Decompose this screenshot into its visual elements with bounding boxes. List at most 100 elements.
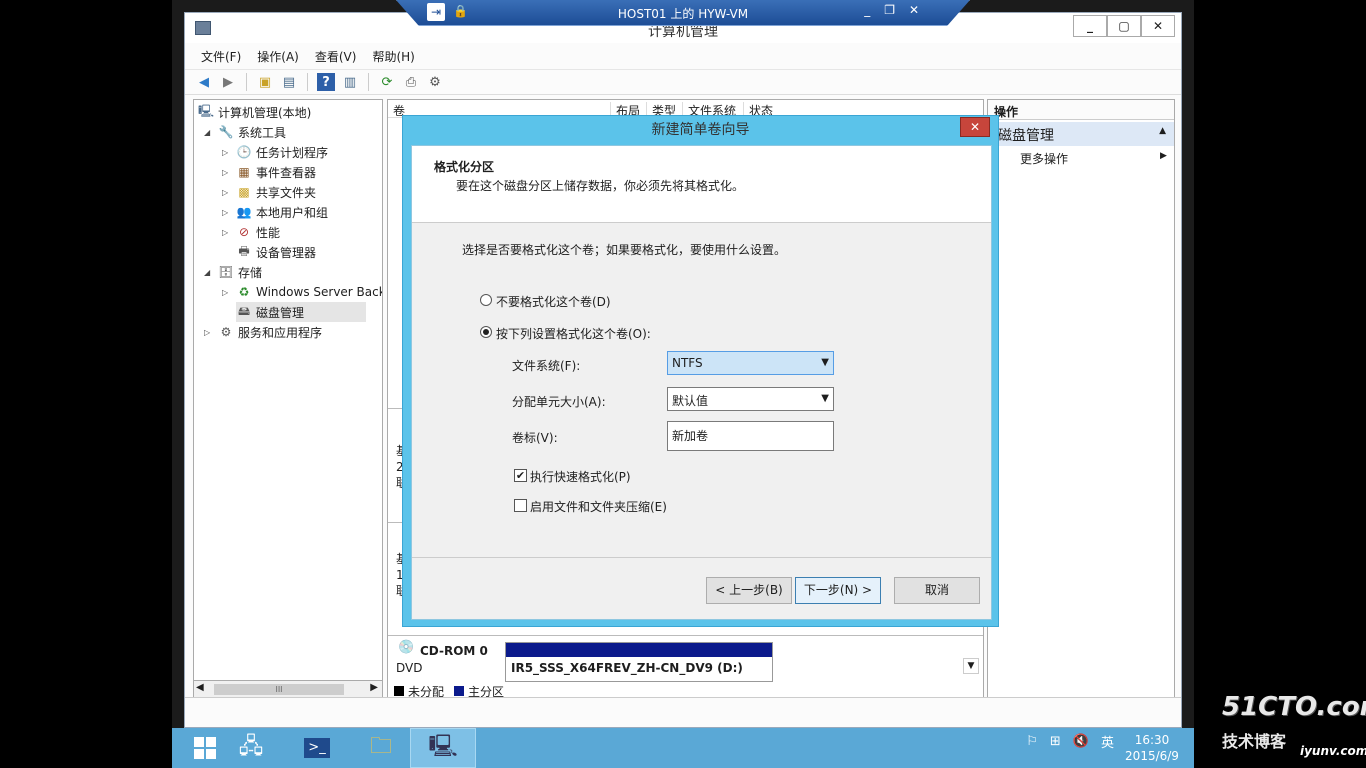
server-manager-button[interactable]: 🖧: [218, 728, 284, 768]
ime-indicator[interactable]: 英: [1101, 732, 1114, 751]
tree-item-device-manager[interactable]: 🖶 设备管理器: [236, 242, 316, 262]
dialog-close-button[interactable]: ✕: [960, 117, 990, 137]
allocation-unit-select[interactable]: 默认值 ▼: [667, 387, 834, 411]
expand-arrow-icon[interactable]: ▷: [222, 208, 232, 217]
scroll-right-icon[interactable]: ▶: [370, 682, 378, 693]
menu-action[interactable]: 操作(A): [257, 48, 299, 65]
volume-muted-icon[interactable]: 🔇: [1073, 734, 1089, 749]
tree-item-performance[interactable]: ▷ ⊘ 性能: [222, 222, 280, 242]
actions-section[interactable]: 磁盘管理 ▲: [988, 122, 1174, 146]
minimize-button[interactable]: _: [1073, 15, 1107, 37]
dialog-separator: [412, 557, 991, 558]
folder-icon: 🗀: [369, 734, 392, 759]
storage-icon: 🗄: [218, 265, 234, 279]
scroll-thumb[interactable]: III: [214, 684, 344, 695]
radio-format[interactable]: [480, 326, 492, 338]
computer-management-taskbar-button[interactable]: 🖳: [410, 728, 476, 768]
scroll-down-icon[interactable]: ▼: [963, 658, 979, 674]
tree-item-disk-management[interactable]: 🖴 磁盘管理: [236, 302, 366, 322]
tree-item-windows-server-backup[interactable]: ▷ ♻ Windows Server Back: [222, 282, 383, 302]
tree-item-event-viewer[interactable]: ▷ ▦ 事件查看器: [222, 162, 316, 182]
help-icon[interactable]: ?: [317, 73, 335, 91]
expand-arrow-icon[interactable]: ▷: [222, 188, 232, 197]
taskbar: 🖧 >_ 🗀 🖳 ⚐ ⊞ 🔇 英 16:30 2015/6/9: [172, 728, 1194, 768]
system-tray: ⚐ ⊞ 🔇 英: [1026, 732, 1114, 751]
watermark-line1: 51CTO.com: [1222, 692, 1366, 722]
scroll-left-icon[interactable]: ◀: [196, 682, 204, 693]
tree-root-label: 计算机管理(本地): [218, 105, 312, 120]
expand-arrow-icon[interactable]: ▷: [204, 328, 214, 337]
actions-header: 操作: [988, 100, 1174, 120]
tree-item-task-scheduler[interactable]: ▷ 🕒 任务计划程序: [222, 142, 328, 162]
properties-icon[interactable]: ▥: [341, 73, 359, 91]
expand-arrow-icon[interactable]: ▷: [222, 228, 232, 237]
cdrom-row[interactable]: 💿 CD-ROM 0 DVD IR5_SSS_X64FREV_ZH-CN_DV9…: [388, 635, 983, 682]
flag-icon[interactable]: ⚐: [1026, 734, 1038, 749]
clock-icon: 🕒: [236, 145, 252, 159]
cancel-button[interactable]: 取消: [894, 577, 980, 604]
export-icon[interactable]: ⎙: [402, 73, 420, 91]
menu-help[interactable]: 帮助(H): [372, 48, 414, 65]
tree-root[interactable]: 🖳 计算机管理(本地): [198, 102, 311, 122]
tree-label: Windows Server Back: [256, 285, 383, 299]
forward-icon[interactable]: ▶: [219, 73, 237, 91]
menu-bar: 文件(F) 操作(A) 查看(V) 帮助(H): [185, 45, 1181, 67]
radio-no-format[interactable]: [480, 294, 492, 306]
volume-label-label: 卷标(V):: [512, 431, 558, 445]
clock-time: 16:30: [1134, 733, 1170, 747]
watermark: 51CTO.com 技术博客 iyunv.com: [1220, 690, 1366, 768]
tree-label: 共享文件夹: [256, 185, 317, 200]
next-button[interactable]: 下一步(N) >: [795, 577, 881, 604]
cdrom-partition[interactable]: IR5_SSS_X64FREV_ZH-CN_DV9 (D:): [505, 642, 773, 682]
menu-view[interactable]: 查看(V): [315, 48, 357, 65]
powershell-button[interactable]: >_: [284, 728, 350, 768]
tree-label: 设备管理器: [256, 245, 317, 260]
cdrom-volume-label: IR5_SSS_X64FREV_ZH-CN_DV9 (D:): [511, 661, 743, 675]
up-folder-icon[interactable]: ▣: [256, 73, 274, 91]
close-button[interactable]: ✕: [1141, 15, 1175, 37]
more-actions[interactable]: 更多操作: [1020, 150, 1068, 167]
tree-item-system-tools[interactable]: ◢ 🔧 系统工具: [204, 122, 286, 142]
chevron-down-icon: ▼: [821, 393, 829, 404]
back-button[interactable]: < 上一步(B): [706, 577, 792, 604]
collapse-up-icon[interactable]: ▲: [1159, 126, 1166, 136]
tree-horizontal-scrollbar[interactable]: ◀ III ▶: [193, 680, 383, 698]
tree-label: 任务计划程序: [256, 145, 329, 160]
rdp-connection-bar: ⇥ 🔒 HOST01 上的 HYW-VM _❐✕: [396, 0, 970, 26]
cdrom-name: CD-ROM 0: [420, 644, 488, 658]
clock[interactable]: 16:30 2015/6/9: [1122, 732, 1182, 764]
file-explorer-button[interactable]: 🗀: [348, 728, 414, 768]
refresh-icon[interactable]: ⟳: [378, 73, 396, 91]
tree-label: 服务和应用程序: [238, 325, 323, 340]
remote-desktop: 计算机管理 _ ▢ ✕ 文件(F) 操作(A) 查看(V) 帮助(H) ◀ ▶ …: [172, 0, 1194, 768]
collapse-arrow-icon[interactable]: ◢: [204, 128, 214, 137]
rdp-window-controls[interactable]: _❐✕: [864, 3, 933, 17]
maximize-button[interactable]: ▢: [1107, 15, 1141, 37]
settings-icon[interactable]: ⚙: [426, 73, 444, 91]
compression-label[interactable]: 启用文件和文件夹压缩(E): [530, 498, 667, 515]
tree-item-services-apps[interactable]: ▷ ⚙ 服务和应用程序: [204, 322, 322, 342]
network-icon[interactable]: ⊞: [1050, 734, 1061, 749]
filesystem-select[interactable]: NTFS ▼: [667, 351, 834, 375]
computer-management-icon: 🖳: [428, 734, 458, 759]
tree-item-storage[interactable]: ◢ 🗄 存储: [204, 262, 262, 282]
expand-arrow-icon[interactable]: ▷: [222, 288, 232, 297]
expand-arrow-icon[interactable]: ▷: [222, 168, 232, 177]
tree-label: 系统工具: [238, 125, 287, 140]
actions-pane: 操作 磁盘管理 ▲ 更多操作 ▶: [987, 99, 1175, 699]
back-icon[interactable]: ◀: [195, 73, 213, 91]
volume-label-input[interactable]: 新加卷: [667, 421, 834, 451]
radio-no-format-label[interactable]: 不要格式化这个卷(D): [496, 293, 611, 310]
quick-format-label[interactable]: 执行快速格式化(P): [530, 468, 631, 485]
tree-item-shared-folders[interactable]: ▷ ▩ 共享文件夹: [222, 182, 316, 202]
show-hide-tree-icon[interactable]: ▤: [280, 73, 298, 91]
radio-format-label[interactable]: 按下列设置格式化这个卷(O):: [496, 325, 651, 342]
expand-arrow-icon[interactable]: ▷: [222, 148, 232, 157]
submenu-arrow-icon[interactable]: ▶: [1160, 151, 1167, 161]
quick-format-checkbox[interactable]: ✔: [514, 469, 527, 482]
tree-item-local-users[interactable]: ▷ 👥 本地用户和组: [222, 202, 328, 222]
cdrom-type: DVD: [396, 661, 423, 675]
collapse-arrow-icon[interactable]: ◢: [204, 268, 214, 277]
menu-file[interactable]: 文件(F): [201, 48, 241, 65]
compression-checkbox[interactable]: [514, 499, 527, 512]
